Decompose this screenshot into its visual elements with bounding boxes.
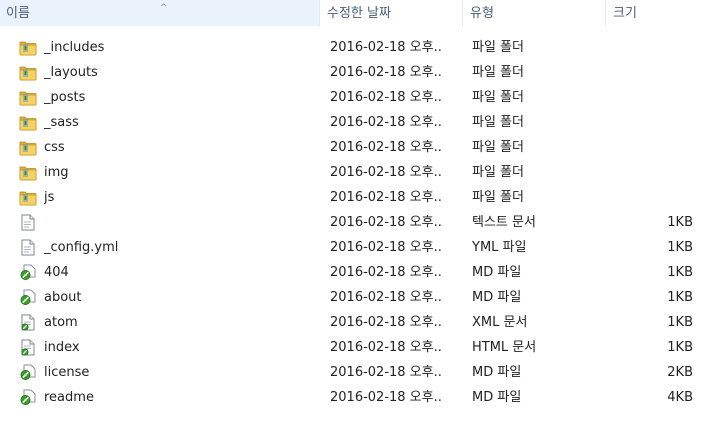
file-row[interactable]: about 2016-02-18 오후... MD 파일 1KB xyxy=(0,285,724,310)
file-row[interactable]: 2016-02-18 오후... 텍스트 문서 1KB xyxy=(0,210,724,235)
file-row[interactable]: img 2016-02-18 오후... 파일 폴더 xyxy=(0,160,724,185)
file-row[interactable]: _sass 2016-02-18 오후... 파일 폴더 xyxy=(0,110,724,135)
file-date: 2016-02-18 오후... xyxy=(330,140,442,155)
file-date: 2016-02-18 오후... xyxy=(330,65,442,80)
file-name: css xyxy=(44,140,65,155)
file-date: 2016-02-18 오후... xyxy=(330,365,442,380)
file-size: 1KB xyxy=(667,215,693,230)
file-row[interactable]: license 2016-02-18 오후... MD 파일 2KB xyxy=(0,360,724,385)
file-type: 파일 폴더 xyxy=(472,165,524,180)
sort-arrow-icon: ^ xyxy=(160,3,168,13)
file-size: 1KB xyxy=(667,265,693,280)
file-type: MD 파일 xyxy=(472,365,522,380)
file-date: 2016-02-18 오후... xyxy=(330,290,442,305)
file-date: 2016-02-18 오후... xyxy=(330,315,442,330)
file-type: HTML 문서 xyxy=(472,340,537,355)
file-name: about xyxy=(44,290,82,305)
column-header-bar: 이름 ^ 수정한 날짜 유형 크기 xyxy=(0,0,724,27)
file-date: 2016-02-18 오후... xyxy=(330,40,442,55)
file-name: _config.yml xyxy=(44,240,119,255)
text-file-icon xyxy=(19,239,37,256)
file-date: 2016-02-18 오후... xyxy=(330,90,442,105)
file-type: 파일 폴더 xyxy=(472,115,524,130)
column-header-date-label: 수정한 날짜 xyxy=(327,6,391,21)
xml-file-icon xyxy=(19,314,37,331)
file-type: MD 파일 xyxy=(472,290,522,305)
file-size: 2KB xyxy=(667,365,693,380)
column-header-name-label: 이름 xyxy=(6,6,30,21)
text-file-icon xyxy=(19,214,37,231)
file-row[interactable]: index 2016-02-18 오후... HTML 문서 1KB xyxy=(0,335,724,360)
file-row[interactable]: js 2016-02-18 오후... 파일 폴더 xyxy=(0,185,724,210)
file-name: _posts xyxy=(44,90,86,105)
file-type: 텍스트 문서 xyxy=(472,215,536,230)
file-row[interactable]: _posts 2016-02-18 오후... 파일 폴더 xyxy=(0,85,724,110)
column-header-size[interactable]: 크기 xyxy=(607,0,709,26)
file-name: img xyxy=(44,165,69,180)
file-date: 2016-02-18 오후... xyxy=(330,240,442,255)
file-size: 1KB xyxy=(667,315,693,330)
file-type: YML 파일 xyxy=(472,240,527,255)
file-date: 2016-02-18 오후... xyxy=(330,265,442,280)
file-name: js xyxy=(44,190,55,205)
file-size: 4KB xyxy=(667,390,693,405)
folder-icon xyxy=(19,164,37,181)
file-row[interactable]: atom 2016-02-18 오후... XML 문서 1KB xyxy=(0,310,724,335)
file-date: 2016-02-18 오후... xyxy=(330,215,442,230)
file-type: XML 문서 xyxy=(472,315,528,330)
file-type: 파일 폴더 xyxy=(472,40,524,55)
html-file-icon xyxy=(19,339,37,356)
file-row[interactable]: _layouts 2016-02-18 오후... 파일 폴더 xyxy=(0,60,724,85)
file-name: index xyxy=(44,340,80,355)
file-name: 404 xyxy=(44,265,69,280)
folder-icon xyxy=(19,39,37,56)
column-header-type[interactable]: 유형 xyxy=(464,0,606,26)
file-name: atom xyxy=(44,315,78,330)
file-type: 파일 폴더 xyxy=(472,140,524,155)
file-type: MD 파일 xyxy=(472,390,522,405)
file-date: 2016-02-18 오후... xyxy=(330,165,442,180)
md-file-icon xyxy=(19,264,37,281)
folder-icon xyxy=(19,89,37,106)
file-date: 2016-02-18 오후... xyxy=(330,390,442,405)
md-file-icon xyxy=(19,289,37,306)
file-size: 1KB xyxy=(667,290,693,305)
column-header-date[interactable]: 수정한 날짜 xyxy=(321,0,463,26)
file-size: 1KB xyxy=(667,340,693,355)
file-name: readme xyxy=(44,390,94,405)
folder-icon xyxy=(19,114,37,131)
file-list: _includes 2016-02-18 오후... 파일 폴더 _layouts 20… xyxy=(0,35,724,410)
folder-icon xyxy=(19,189,37,206)
file-name: _layouts xyxy=(44,65,98,80)
file-date: 2016-02-18 오후... xyxy=(330,340,442,355)
file-type: 파일 폴더 xyxy=(472,65,524,80)
file-row[interactable]: _includes 2016-02-18 오후... 파일 폴더 xyxy=(0,35,724,60)
file-type: 파일 폴더 xyxy=(472,90,524,105)
md-file-icon xyxy=(19,389,37,406)
file-row[interactable]: _config.yml 2016-02-18 오후... YML 파일 1KB xyxy=(0,235,724,260)
file-date: 2016-02-18 오후... xyxy=(330,190,442,205)
file-type: 파일 폴더 xyxy=(472,190,524,205)
folder-icon xyxy=(19,64,37,81)
file-row[interactable]: css 2016-02-18 오후... 파일 폴더 xyxy=(0,135,724,160)
column-header-size-label: 크기 xyxy=(613,6,637,21)
file-name: _sass xyxy=(44,115,79,130)
column-header-name[interactable]: 이름 ^ xyxy=(0,0,320,26)
column-header-type-label: 유형 xyxy=(470,6,494,21)
file-name: license xyxy=(44,365,90,380)
file-row[interactable]: readme 2016-02-18 오후... MD 파일 4KB xyxy=(0,385,724,410)
file-name: _includes xyxy=(44,40,105,55)
file-type: MD 파일 xyxy=(472,265,522,280)
file-row[interactable]: 404 2016-02-18 오후... MD 파일 1KB xyxy=(0,260,724,285)
file-date: 2016-02-18 오후... xyxy=(330,115,442,130)
folder-icon xyxy=(19,139,37,156)
file-size: 1KB xyxy=(667,240,693,255)
md-file-icon xyxy=(19,364,37,381)
